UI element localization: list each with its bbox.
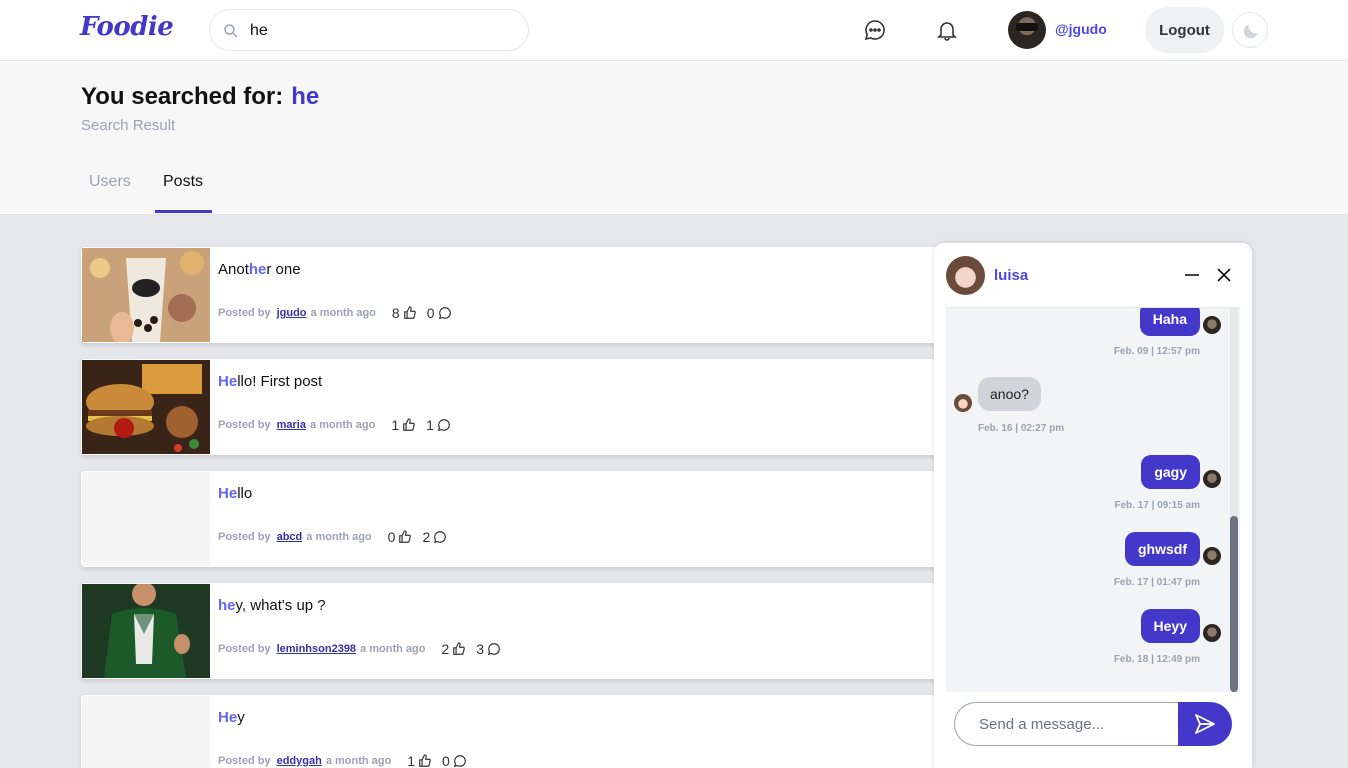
minimize-icon[interactable] [1184,267,1200,283]
comment-icon [434,531,447,544]
message-bubble-sent: gagy [1141,455,1200,489]
message-timestamp: Feb. 17 | 09:15 am [1114,500,1200,511]
search-query: he [291,83,320,110]
tab-users[interactable]: Users [89,173,131,191]
post-title[interactable]: hey, what's up ? [218,597,326,614]
comment-icon [437,419,450,432]
message-timestamp: Feb. 16 | 02:27 pm [978,423,1065,434]
message-input[interactable] [954,702,1178,746]
comment-icon [453,755,466,768]
top-nav: Foodie @jgudo Logout [0,0,1348,61]
post-thumbnail[interactable] [82,584,210,678]
sender-avatar [1203,470,1221,488]
message-timestamp: Feb. 17 | 01:47 pm [1113,577,1200,588]
comment-count[interactable]: 3 [476,641,501,657]
search-input[interactable] [250,19,510,43]
post-card[interactable]: hey, what's up ? Posted by leminhson2398 a… [81,583,941,679]
chat-contact-avatar[interactable] [946,256,985,295]
post-meta: Posted by eddygah a month ago 1 0 [218,753,467,768]
author-link[interactable]: jgudo [277,307,307,319]
moon-icon [1243,24,1258,39]
chat-panel: luisa Haha Feb. 09 | 12:57 pm anoo? Feb.… [934,243,1252,768]
post-meta: Posted by jgudo a month ago 8 0 [218,305,452,321]
thumbs-up-icon [419,754,431,767]
post-meta: Posted by abcd a month ago 0 2 [218,529,447,545]
message-bubble-sent: Haha [1139,308,1200,336]
message-timestamp: Feb. 09 | 12:57 pm [1113,346,1200,357]
comment-count[interactable]: 2 [422,529,447,545]
post-title[interactable]: Hello! First post [218,373,322,390]
post-card[interactable]: Another one Posted by jgudo a month ago 8 … [81,247,941,343]
author-link[interactable]: maria [277,419,306,431]
messages-icon[interactable] [863,18,887,42]
post-card[interactable]: Hello Posted by abcd a month ago 0 2 [81,471,941,567]
foodie-logo[interactable]: Foodie [80,12,174,42]
user-avatar[interactable] [1008,11,1046,49]
post-meta: Posted by leminhson2398 a month ago 2 3 [218,641,501,657]
comment-icon [438,307,451,320]
comment-count[interactable]: 1 [426,417,451,433]
thumbs-up-icon [403,418,415,431]
like-count[interactable]: 0 [388,529,413,545]
logout-button[interactable]: Logout [1145,7,1224,53]
send-button[interactable] [1178,702,1232,746]
author-link[interactable]: eddygah [277,755,322,767]
comment-count[interactable]: 0 [427,305,452,321]
send-icon [1195,713,1215,734]
contact-mini-avatar [954,394,972,412]
active-tab-indicator [155,210,212,213]
post-thumbnail[interactable] [82,472,210,566]
thumbs-up-icon [403,306,416,319]
tab-posts[interactable]: Posts [163,173,203,191]
comment-count[interactable]: 0 [442,753,467,768]
sender-avatar [1203,624,1221,642]
username-link[interactable]: @jgudo [1055,21,1107,37]
author-link[interactable]: abcd [277,531,303,543]
chat-messages[interactable]: Haha Feb. 09 | 12:57 pm anoo? Feb. 16 | … [946,307,1240,692]
post-card[interactable]: Hey Posted by eddygah a month ago 1 0 [81,695,941,768]
thumbs-up-icon [399,530,412,543]
post-title[interactable]: Hello [218,485,252,502]
search-header: You searched for: he Search Result Users … [0,61,1348,214]
message-bubble-sent: ghwsdf [1125,532,1200,566]
author-link[interactable]: leminhson2398 [277,643,356,655]
message-timestamp: Feb. 18 | 12:49 pm [1113,654,1200,665]
post-card[interactable]: Hello! First post Posted by maria a month … [81,359,941,455]
thumbs-up-icon [453,642,466,655]
like-count[interactable]: 1 [407,753,432,768]
chat-contact-name[interactable]: luisa [994,267,1028,284]
post-thumbnail[interactable] [82,360,210,454]
message-bubble-received: anoo? [978,377,1041,411]
post-meta: Posted by maria a month ago 1 1 [218,417,451,433]
theme-toggle-button[interactable] [1232,12,1268,48]
bell-icon[interactable] [935,18,959,42]
like-count[interactable]: 2 [441,641,466,657]
search-icon [224,24,238,38]
comment-icon [487,643,500,656]
post-thumbnail[interactable] [82,696,210,768]
sender-avatar [1203,316,1221,334]
search-box[interactable] [209,9,529,51]
post-title[interactable]: Another one [218,261,301,278]
page-title: You searched for: he [81,83,320,110]
like-count[interactable]: 1 [391,417,416,433]
post-title[interactable]: Hey [218,709,245,726]
close-icon[interactable] [1216,267,1232,283]
post-thumbnail[interactable] [82,248,210,342]
like-count[interactable]: 8 [392,305,417,321]
message-bubble-sent: Heyy [1140,609,1200,643]
sender-avatar [1203,547,1221,565]
chat-scrollbar-thumb[interactable] [1230,516,1238,692]
page-subtitle: Search Result [81,117,176,134]
